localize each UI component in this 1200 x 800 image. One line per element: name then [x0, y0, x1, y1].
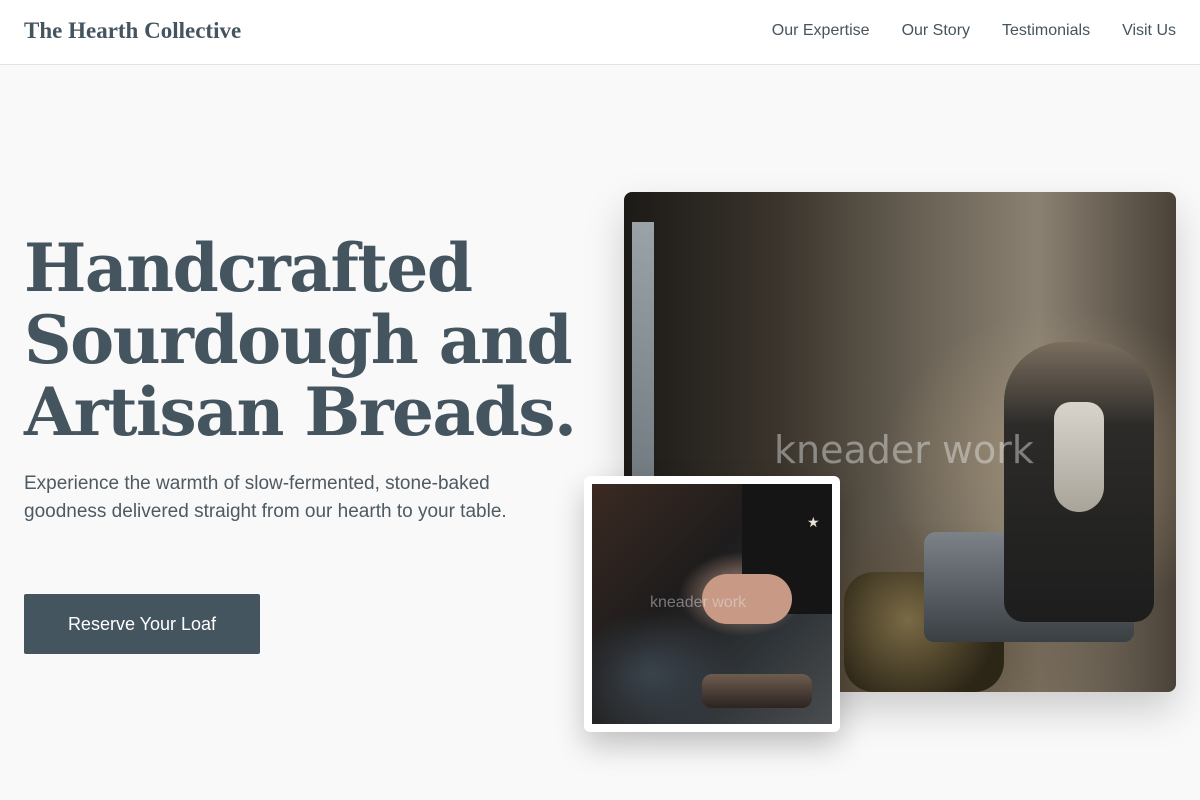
nav-link-visit-us[interactable]: Visit Us	[1122, 22, 1176, 40]
main-nav: Our Expertise Our Story Testimonials Vis…	[772, 22, 1176, 40]
craftsman-beard	[1054, 402, 1104, 512]
site-header: The Hearth Collective Our Expertise Our …	[0, 0, 1200, 65]
hero-headline: Handcrafted Sourdough and Artisan Breads…	[24, 232, 584, 448]
headline-line-2: Sourdough and	[24, 301, 573, 379]
headline-line-3: Artisan Breads.	[24, 373, 577, 451]
hero-secondary-image: ★ kneader work	[592, 484, 832, 724]
headline-line-1: Handcrafted	[24, 229, 473, 307]
nav-link-testimonials[interactable]: Testimonials	[1002, 22, 1090, 40]
brand-logo[interactable]: The Hearth Collective	[24, 18, 241, 44]
tool-shape	[702, 674, 812, 708]
nav-link-our-story[interactable]: Our Story	[902, 22, 970, 40]
star-pendant-icon: ★	[807, 514, 820, 530]
hero-secondary-image-frame: ★ kneader work	[584, 476, 840, 732]
main-image-watermark: kneader work	[774, 428, 1034, 472]
reserve-loaf-button[interactable]: Reserve Your Loaf	[24, 594, 260, 654]
secondary-image-watermark: kneader work	[650, 594, 747, 611]
nav-link-our-expertise[interactable]: Our Expertise	[772, 22, 870, 40]
hero-subtext: Experience the warmth of slow-fermented,…	[24, 473, 507, 522]
